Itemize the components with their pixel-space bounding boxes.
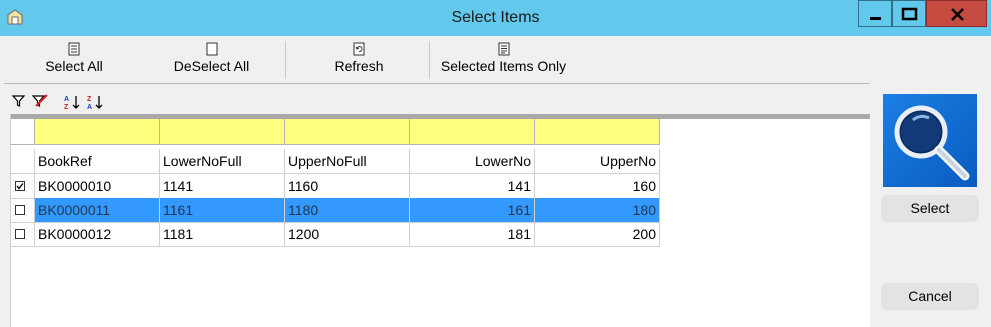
maximize-icon	[901, 7, 918, 21]
cell-lowerno[interactable]: 161	[410, 198, 535, 223]
row-checkbox-cell[interactable]	[11, 198, 35, 223]
cancel-button[interactable]: Cancel	[881, 283, 979, 310]
select-all-label: Select All	[45, 58, 103, 74]
svg-text:A: A	[64, 96, 69, 103]
title-bar: Select Items	[0, 0, 991, 36]
column-header-bookref[interactable]: BookRef	[35, 149, 160, 174]
select-button-label: Select	[910, 200, 950, 216]
cell-upperno[interactable]: 200	[535, 222, 660, 247]
deselect-all-icon	[206, 42, 217, 56]
deselect-all-label: DeSelect All	[173, 58, 250, 74]
toolbar-separator	[285, 41, 286, 79]
cell-lowernofull[interactable]: 1161	[160, 198, 285, 223]
sort-descending-icon[interactable]: ZA	[86, 94, 104, 110]
items-grid: BookRef LowerNoFull UpperNoFull LowerNo …	[10, 114, 871, 327]
maximize-button[interactable]	[892, 0, 926, 27]
filter-cell-lowerno[interactable]	[410, 119, 535, 145]
column-header-lowernofull[interactable]: LowerNoFull	[160, 149, 285, 174]
svg-text:A: A	[87, 104, 92, 110]
selected-items-icon	[498, 42, 509, 56]
column-header-uppernofull[interactable]: UpperNoFull	[285, 149, 410, 174]
selected-items-only-label: Selected Items Only	[440, 58, 567, 74]
header-corner	[11, 149, 35, 174]
cell-uppernofull[interactable]: 1200	[285, 222, 410, 247]
filter-row-corner	[11, 119, 35, 145]
toolbar: Select All DeSelect All Refresh Selected…	[4, 36, 981, 84]
check-icon	[16, 183, 24, 190]
select-all-button[interactable]: Select All	[34, 40, 114, 80]
clear-filter-icon[interactable]	[32, 94, 48, 108]
refresh-label: Refresh	[334, 58, 384, 74]
refresh-icon	[353, 42, 365, 56]
cell-lowerno[interactable]: 141	[410, 174, 535, 199]
svg-text:Z: Z	[87, 96, 92, 103]
column-header-upperno[interactable]: UpperNo	[535, 149, 660, 174]
cell-bookref[interactable]: BK0000010	[35, 174, 160, 199]
action-panel: Select Cancel	[870, 83, 991, 327]
sort-ascending-icon[interactable]: AZ	[63, 94, 81, 110]
refresh-button[interactable]: Refresh	[324, 40, 394, 80]
toolbar-separator	[429, 41, 430, 79]
row-checkbox-cell[interactable]	[11, 222, 35, 247]
search-image	[883, 94, 977, 187]
close-button[interactable]	[926, 0, 987, 27]
cell-uppernofull[interactable]: 1160	[285, 174, 410, 199]
deselect-all-button[interactable]: DeSelect All	[164, 40, 259, 80]
row-checkbox-cell[interactable]	[11, 174, 35, 199]
cell-uppernofull[interactable]: 1180	[285, 198, 410, 223]
close-icon	[951, 8, 964, 21]
cell-lowerno[interactable]: 181	[410, 222, 535, 247]
column-header-lowerno[interactable]: LowerNo	[410, 149, 535, 174]
cell-lowernofull[interactable]: 1181	[160, 222, 285, 247]
select-all-icon	[68, 42, 80, 56]
magnifier-icon	[894, 105, 970, 181]
filter-cell-lowernofull[interactable]	[160, 119, 285, 145]
window-title: Select Items	[451, 9, 540, 26]
cell-upperno[interactable]: 160	[535, 174, 660, 199]
row-checkbox[interactable]	[15, 181, 25, 191]
cell-upperno[interactable]: 180	[535, 198, 660, 223]
filter-cell-upperno[interactable]	[535, 119, 660, 145]
cell-lowernofull[interactable]: 1141	[160, 174, 285, 199]
minimize-icon	[870, 17, 881, 20]
filter-cell-bookref[interactable]	[35, 119, 160, 145]
select-button[interactable]: Select	[881, 195, 979, 222]
svg-text:Z: Z	[64, 104, 69, 110]
cell-bookref[interactable]: BK0000011	[35, 198, 160, 223]
row-checkbox[interactable]	[15, 205, 25, 215]
filter-icon[interactable]	[12, 94, 25, 108]
minimize-button[interactable]	[858, 0, 892, 27]
cancel-button-label: Cancel	[908, 288, 952, 304]
cell-bookref[interactable]: BK0000012	[35, 222, 160, 247]
row-checkbox[interactable]	[15, 229, 25, 239]
selected-items-only-button[interactable]: Selected Items Only	[436, 40, 571, 80]
filter-cell-uppernofull[interactable]	[285, 119, 410, 145]
